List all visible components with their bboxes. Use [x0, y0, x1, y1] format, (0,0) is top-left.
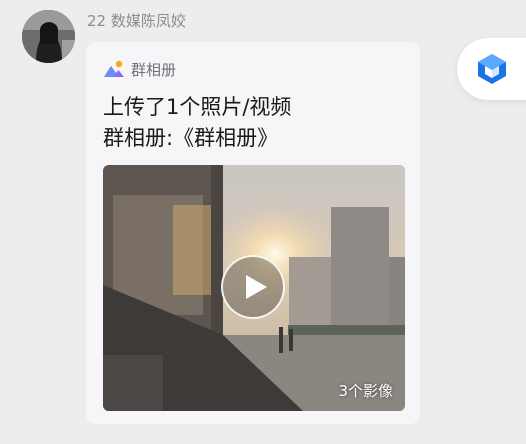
album-label: 群相册: [131, 60, 177, 79]
album-upload-card[interactable]: 群相册 上传了1个照片/视频 群相册:《群相册》 3个影像: [86, 42, 420, 424]
media-thumbnail[interactable]: 3个影像: [103, 165, 405, 411]
media-count-label: 3个影像: [338, 382, 393, 400]
sender-name: 22 数媒陈凤姣: [87, 12, 186, 30]
album-header: 群相册: [103, 58, 176, 80]
play-icon: [245, 275, 267, 299]
upload-message: 上传了1个照片/视频: [103, 95, 292, 119]
avatar[interactable]: [22, 10, 75, 63]
play-button[interactable]: [221, 255, 285, 319]
floating-app-button[interactable]: [457, 38, 526, 100]
album-title-line: 群相册:《群相册》: [103, 126, 279, 150]
cube-app-icon: [478, 54, 506, 84]
album-mountain-icon: [104, 60, 124, 77]
